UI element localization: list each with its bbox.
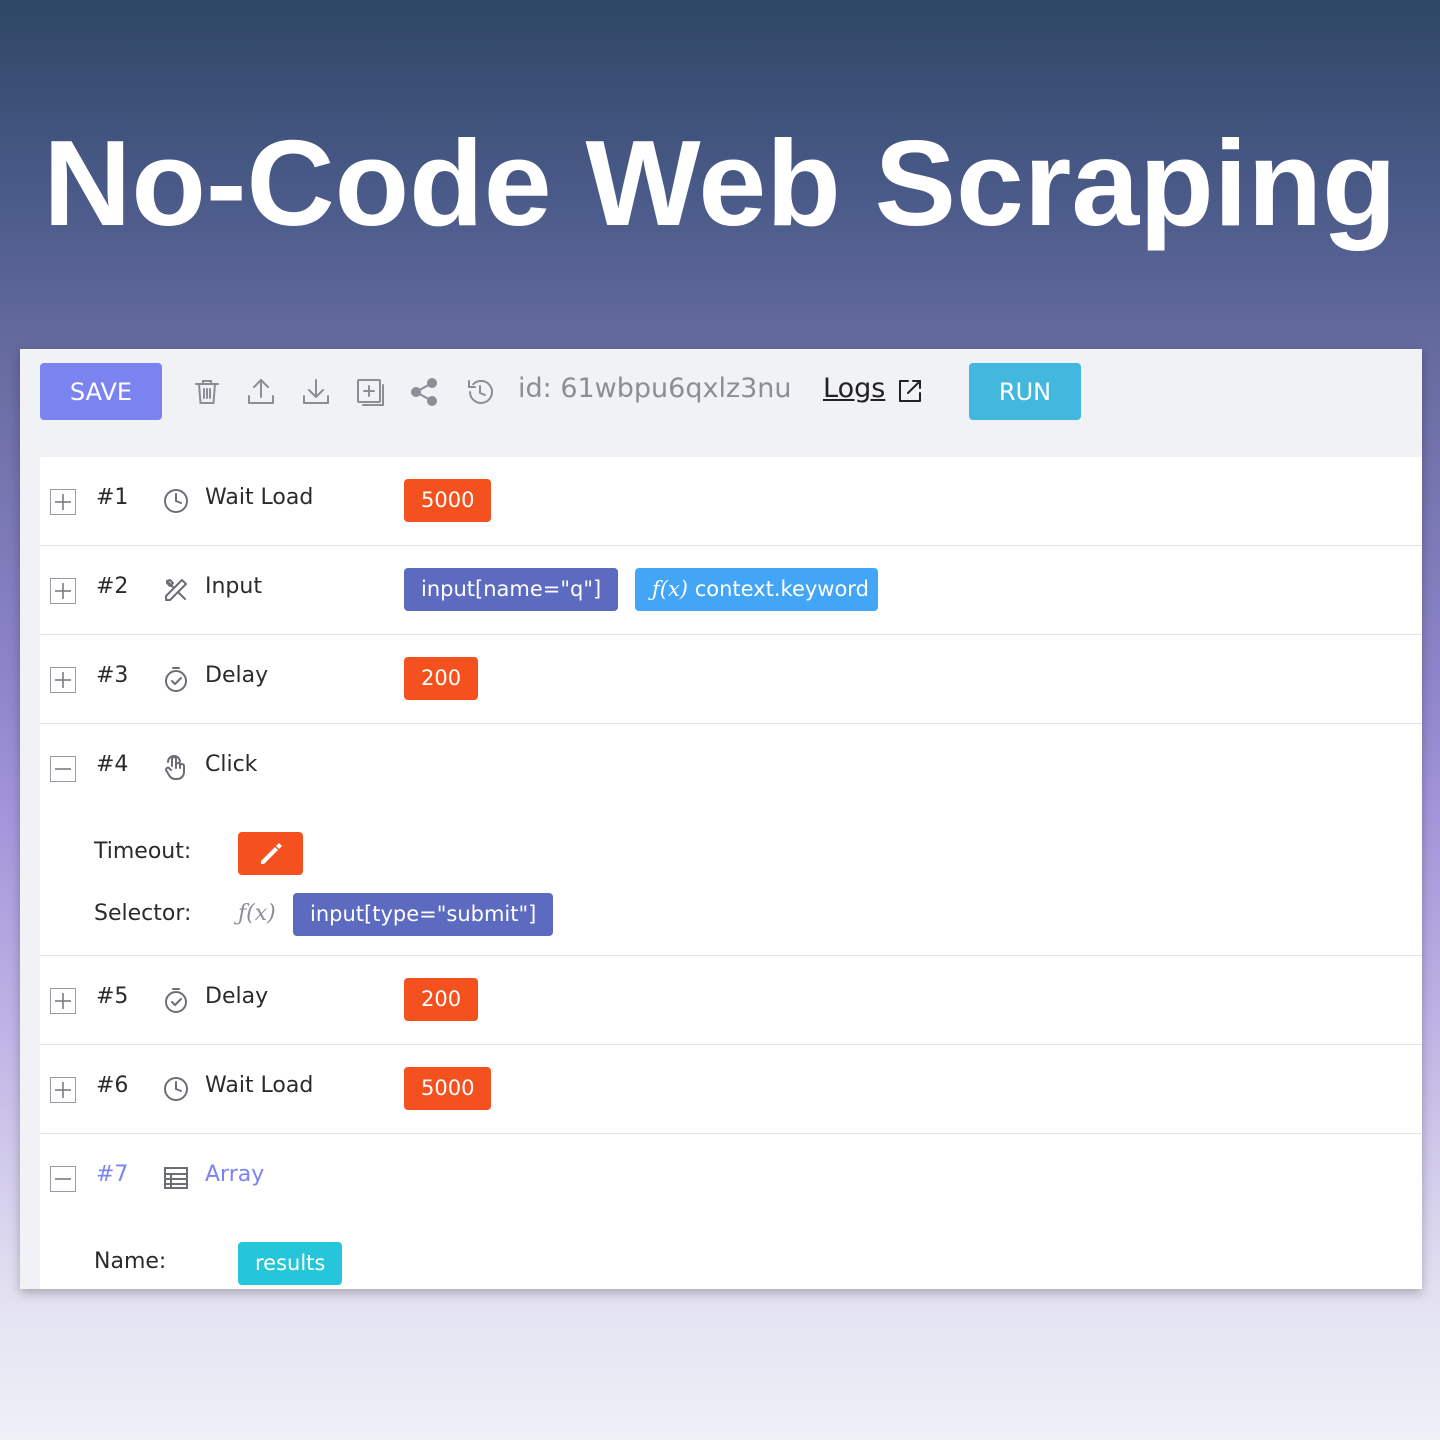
step-label: Array bbox=[205, 1162, 265, 1187]
edit-timeout-button[interactable] bbox=[238, 832, 303, 875]
step-label: Click bbox=[205, 752, 258, 777]
step-row[interactable]: #6 Wait Load 5000 bbox=[40, 1045, 1422, 1134]
timeout-label: Timeout: bbox=[94, 839, 192, 864]
selector-label: Selector: bbox=[94, 901, 192, 926]
step-row[interactable]: #7 Array Name: results bbox=[40, 1134, 1422, 1289]
step-row[interactable]: #3 Delay 200 bbox=[40, 635, 1422, 724]
download-icon[interactable] bbox=[300, 376, 332, 408]
clock-icon bbox=[162, 1075, 190, 1103]
run-button[interactable]: RUN bbox=[969, 363, 1081, 420]
step-row[interactable]: #1 Wait Load 5000 bbox=[40, 457, 1422, 546]
step-label: Delay bbox=[205, 984, 269, 1009]
timer-icon bbox=[162, 665, 190, 693]
toolbar: SAVE id: 61wbpu6qxlz3nu Logs RUN bbox=[20, 349, 1422, 457]
input-tool-icon bbox=[162, 576, 190, 604]
step-label: Input bbox=[205, 574, 262, 599]
step-number: #2 bbox=[96, 574, 129, 599]
value-tag[interactable]: 200 bbox=[404, 657, 479, 700]
step-row[interactable]: #4 Click Timeout: Selector: ƒ(x) input[t… bbox=[40, 724, 1422, 956]
name-value-tag[interactable]: results bbox=[238, 1242, 343, 1285]
step-number: #6 bbox=[96, 1073, 129, 1098]
step-number: #7 bbox=[96, 1162, 129, 1187]
clock-icon bbox=[162, 487, 190, 515]
expand-icon[interactable] bbox=[50, 667, 76, 693]
step-number: #3 bbox=[96, 663, 129, 688]
step-number: #1 bbox=[96, 485, 129, 510]
expand-icon[interactable] bbox=[50, 578, 76, 604]
logs-link[interactable]: Logs bbox=[823, 373, 885, 404]
collapse-icon[interactable] bbox=[50, 1166, 76, 1192]
step-number: #4 bbox=[96, 752, 129, 777]
step-label: Wait Load bbox=[205, 1073, 314, 1098]
collapse-icon[interactable] bbox=[50, 756, 76, 782]
step-label: Delay bbox=[205, 663, 269, 688]
external-link-icon[interactable] bbox=[896, 377, 924, 405]
selector-tag[interactable]: input[type="submit"] bbox=[293, 893, 554, 936]
timer-icon bbox=[162, 986, 190, 1014]
add-box-icon[interactable] bbox=[354, 376, 386, 408]
step-row[interactable]: #2 Input input[name="q"] ƒ(x) context.ke… bbox=[40, 546, 1422, 635]
workflow-id: id: 61wbpu6qxlz3nu bbox=[518, 373, 792, 404]
expand-icon[interactable] bbox=[50, 489, 76, 515]
name-label: Name: bbox=[94, 1249, 167, 1274]
steps-list: #1 Wait Load 5000 #2 Input input[name="q… bbox=[40, 457, 1422, 1289]
expand-icon[interactable] bbox=[50, 1077, 76, 1103]
selector-tag[interactable]: input[name="q"] bbox=[404, 568, 619, 611]
fx-toggle[interactable]: ƒ(x) bbox=[238, 901, 276, 926]
value-tag[interactable]: 5000 bbox=[404, 479, 492, 522]
step-number: #5 bbox=[96, 984, 129, 1009]
fx-symbol: ƒ(x) bbox=[652, 577, 689, 601]
expand-icon[interactable] bbox=[50, 988, 76, 1014]
value-tag[interactable]: 5000 bbox=[404, 1067, 492, 1110]
trash-icon[interactable] bbox=[191, 376, 223, 408]
share-icon[interactable] bbox=[408, 376, 440, 408]
expression-tag[interactable]: ƒ(x) context.keyword bbox=[635, 568, 878, 611]
save-button[interactable]: SAVE bbox=[40, 363, 162, 420]
value-tag[interactable]: 200 bbox=[404, 978, 479, 1021]
expression-value: context.keyword bbox=[694, 577, 869, 601]
upload-icon[interactable] bbox=[245, 376, 277, 408]
history-icon[interactable] bbox=[464, 376, 496, 408]
step-row[interactable]: #5 Delay 200 bbox=[40, 956, 1422, 1045]
step-label: Wait Load bbox=[205, 485, 314, 510]
hero-title: No-Code Web Scraping bbox=[43, 115, 1397, 251]
table-icon bbox=[162, 1164, 190, 1192]
workflow-panel: SAVE id: 61wbpu6qxlz3nu Logs RUN #1 Wait… bbox=[20, 349, 1422, 1289]
pencil-icon bbox=[260, 842, 282, 864]
tap-icon bbox=[162, 754, 190, 782]
